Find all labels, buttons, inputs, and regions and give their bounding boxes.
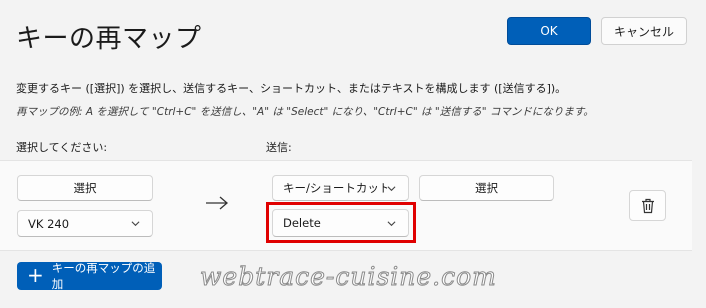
ok-button[interactable]: OK bbox=[507, 17, 591, 45]
add-remap-button[interactable]: + キーの再マップの追加 bbox=[17, 261, 162, 291]
target-select-label: 選択 bbox=[475, 181, 498, 195]
instructions-text: 変更するキー ([選択]) を選択し、送信するキー、ショートカット、またはテキス… bbox=[16, 82, 567, 95]
watermark-text: webtrace-cuisine.com bbox=[200, 262, 497, 292]
send-column-label: 送信: bbox=[266, 141, 292, 154]
highlight-box bbox=[266, 202, 416, 243]
source-select-button[interactable]: 選択 bbox=[17, 175, 153, 201]
chevron-down-icon bbox=[387, 185, 396, 191]
cancel-button[interactable]: キャンセル bbox=[601, 17, 687, 45]
trash-icon bbox=[641, 198, 654, 213]
page-title: キーの再マップ bbox=[16, 24, 202, 54]
add-remap-label: キーの再マップの追加 bbox=[51, 261, 156, 291]
select-column-label: 選択してください: bbox=[16, 141, 108, 154]
arrow-right-icon bbox=[206, 196, 228, 210]
source-key-dropdown[interactable]: VK 240 bbox=[17, 210, 153, 237]
target-type-value: キー/ショートカットの送信 bbox=[283, 181, 387, 195]
delete-remap-button[interactable] bbox=[629, 190, 666, 221]
source-key-value: VK 240 bbox=[28, 216, 70, 231]
chevron-down-icon bbox=[131, 221, 140, 227]
target-select-button[interactable]: 選択 bbox=[419, 175, 554, 201]
plus-icon: + bbox=[27, 263, 44, 287]
target-type-dropdown[interactable]: キー/ショートカットの送信 bbox=[272, 175, 409, 201]
example-text: 再マップの例: A を選択して "Ctrl+C" を送信し、"A" は "Sel… bbox=[16, 106, 594, 118]
source-select-label: 選択 bbox=[73, 181, 97, 195]
